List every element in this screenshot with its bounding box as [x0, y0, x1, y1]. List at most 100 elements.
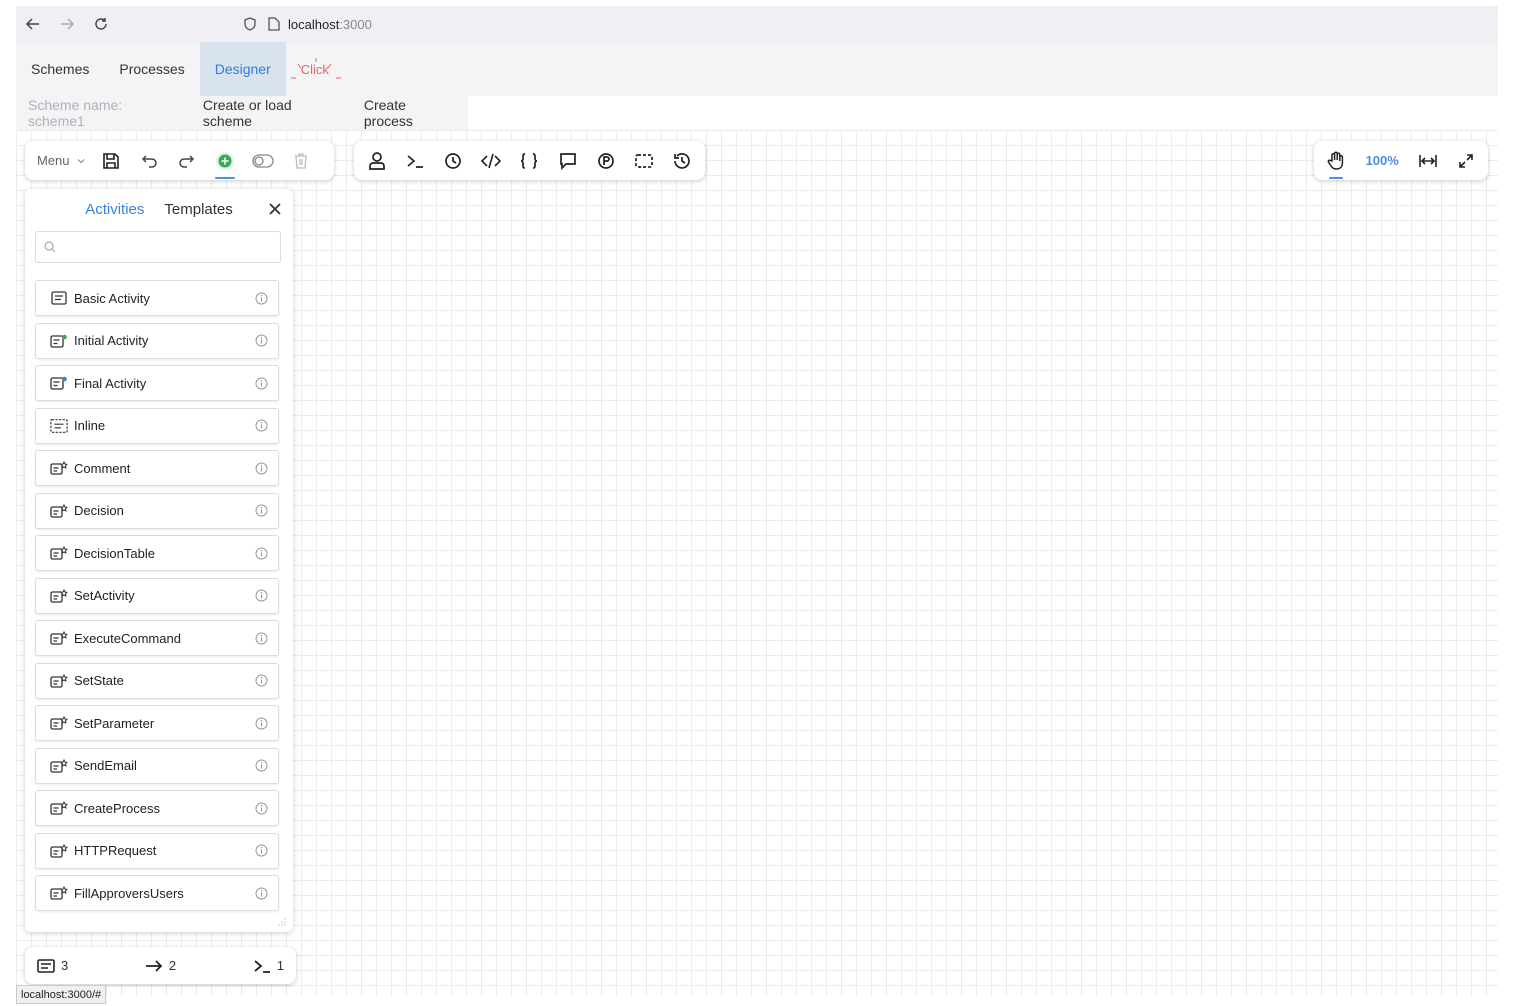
tab-designer[interactable]: Designer — [199, 42, 286, 96]
info-icon[interactable] — [254, 886, 268, 900]
add-circle-icon — [215, 151, 234, 170]
forward-icon[interactable] — [50, 7, 84, 41]
terminal-icon — [254, 959, 270, 973]
info-icon[interactable] — [254, 844, 268, 858]
activity-item[interactable]: DecisionTable — [35, 535, 279, 571]
commands-count[interactable]: 1 — [253, 958, 284, 973]
info-icon[interactable] — [254, 631, 268, 645]
tab-processes[interactable]: Processes — [104, 42, 199, 96]
history-button[interactable] — [663, 141, 701, 180]
dashed-rect-icon — [634, 153, 653, 168]
activity-item[interactable]: HTTPRequest — [35, 832, 279, 869]
create-load-scheme-link[interactable]: Create or load scheme — [192, 97, 353, 129]
activities-count[interactable]: 3 — [37, 958, 68, 973]
info-icon[interactable] — [254, 376, 268, 390]
url-host: localhost — [288, 16, 340, 32]
activity-item[interactable]: Decision — [35, 492, 279, 529]
undo-button[interactable] — [130, 141, 168, 180]
transitions-count-value: 2 — [168, 958, 177, 973]
activity-item[interactable]: FillApproversUsers — [35, 875, 279, 911]
inline-button[interactable] — [625, 141, 663, 180]
timers-button[interactable] — [434, 141, 472, 180]
page-icon — [264, 17, 284, 31]
create-process-link[interactable]: Create process — [353, 97, 468, 129]
activity-item-label: CreateProcess — [74, 800, 160, 816]
scheme-name: Scheme name: scheme1 — [28, 97, 123, 129]
info-icon[interactable] — [254, 589, 268, 603]
template-activity-icon — [50, 545, 68, 561]
panel-tabs: Activities Templates — [25, 189, 293, 229]
parameters-button[interactable] — [510, 141, 548, 180]
info-icon[interactable] — [254, 461, 268, 475]
info-icon[interactable] — [254, 674, 268, 688]
commands-button[interactable] — [396, 141, 434, 180]
user-icon — [369, 151, 385, 170]
activity-item-label: Decision — [74, 503, 124, 518]
activity-item-label: Comment — [74, 460, 131, 476]
designer-subnav: Scheme name: scheme1 Create or load sche… — [16, 96, 468, 130]
url-bar[interactable]: localhost:3000 — [240, 10, 1498, 38]
tab-templates[interactable]: Templates — [154, 201, 242, 218]
delete-button[interactable] — [282, 141, 320, 180]
info-icon[interactable] — [254, 291, 268, 305]
redo-button[interactable] — [168, 141, 206, 180]
actors-button[interactable] — [358, 141, 396, 180]
activity-item[interactable]: SetState — [35, 662, 279, 699]
hand-icon — [1327, 151, 1344, 170]
reload-icon[interactable] — [84, 7, 118, 41]
fullscreen-button[interactable] — [1450, 141, 1482, 180]
back-icon[interactable] — [16, 7, 50, 41]
click-label: Click — [300, 61, 329, 77]
activity-item[interactable]: Inline — [35, 407, 279, 444]
activity-item[interactable]: CreateProcess — [35, 790, 279, 826]
tab-schemes[interactable]: Schemes — [16, 42, 104, 96]
tab-activities[interactable]: Activities — [75, 201, 154, 218]
basic-activity-icon — [50, 290, 68, 306]
activity-item[interactable]: Initial Activity — [35, 322, 279, 359]
info-icon[interactable] — [254, 716, 268, 730]
main-toolbar: Menu — [25, 141, 334, 180]
activity-item-label: SetActivity — [74, 588, 135, 603]
activity-item[interactable]: SetActivity — [35, 577, 279, 614]
link-status-bar: localhost:3000/# — [16, 985, 107, 1004]
zoom-level[interactable]: 100% — [1358, 153, 1407, 168]
transitions-count[interactable]: 2 — [145, 958, 176, 973]
activity-item-label: Initial Activity — [74, 333, 149, 348]
menu-dropdown[interactable]: Menu — [25, 141, 92, 180]
info-icon[interactable] — [254, 419, 268, 433]
hand-tool-button[interactable] — [1320, 141, 1352, 180]
history-icon — [674, 152, 690, 169]
activity-item[interactable]: SetParameter — [35, 705, 279, 741]
process-info-button[interactable] — [587, 141, 625, 180]
activity-item[interactable]: SendEmail — [35, 747, 279, 784]
toggle-icon — [251, 153, 274, 168]
info-icon[interactable] — [254, 334, 268, 348]
localization-button[interactable] — [549, 141, 587, 180]
info-icon[interactable] — [254, 759, 268, 773]
activity-item-label: ExecuteCommand — [74, 630, 181, 646]
code-icon — [481, 153, 502, 168]
code-actions-button[interactable] — [472, 141, 510, 180]
undo-icon — [141, 154, 157, 168]
info-icon[interactable] — [254, 504, 268, 518]
redo-icon — [178, 154, 194, 168]
activity-item-label: HTTPRequest — [74, 843, 157, 858]
add-element-button[interactable] — [206, 141, 244, 180]
shield-icon — [240, 17, 260, 31]
close-icon[interactable] — [265, 199, 285, 219]
resize-handle-icon[interactable] — [278, 918, 286, 926]
save-icon — [102, 152, 119, 169]
activity-item[interactable]: ExecuteCommand — [35, 620, 279, 656]
search-input[interactable] — [62, 233, 280, 261]
toggle-button[interactable] — [244, 141, 282, 180]
app-navigation: Schemes Processes Designer Click — [16, 42, 1498, 96]
activity-item[interactable]: Basic Activity — [35, 280, 279, 316]
fit-width-button[interactable] — [1412, 141, 1444, 180]
activity-item[interactable]: Comment — [35, 450, 279, 486]
save-button[interactable] — [92, 141, 130, 180]
activities-panel: Activities Templates Basic Activity Initi… — [25, 189, 293, 932]
info-icon[interactable] — [254, 801, 268, 815]
click-indicator: Click — [286, 42, 344, 96]
info-icon[interactable] — [254, 546, 268, 560]
activity-item[interactable]: Final Activity — [35, 365, 279, 401]
